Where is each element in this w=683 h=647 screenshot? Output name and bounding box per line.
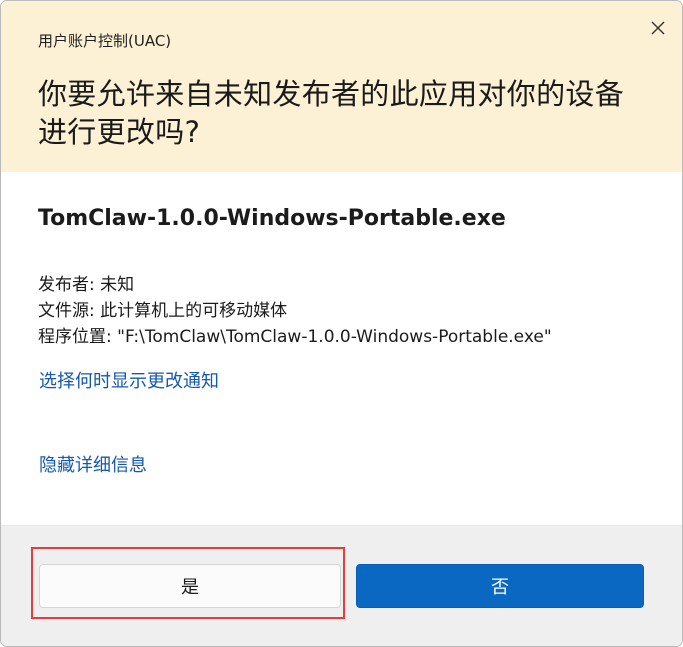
close-icon bbox=[651, 21, 665, 35]
yes-button[interactable]: 是 bbox=[39, 564, 341, 608]
no-button[interactable]: 否 bbox=[356, 564, 644, 608]
change-notification-link[interactable]: 选择何时显示更改通知 bbox=[39, 367, 219, 393]
dialog-header: 用户账户控制(UAC) 你要允许来自未知发布者的此应用对你的设备进行更改吗? bbox=[1, 1, 682, 172]
window-title: 用户账户控制(UAC) bbox=[38, 32, 172, 50]
app-name: TomClaw-1.0.0-Windows-Portable.exe bbox=[38, 206, 506, 231]
details-section: 发布者: 未知 文件源: 此计算机上的可移动媒体 程序位置: "F:\TomCl… bbox=[38, 272, 552, 350]
program-location-info: 程序位置: "F:\TomClaw\TomClaw-1.0.0-Windows-… bbox=[38, 327, 552, 347]
publisher-info: 发布者: 未知 bbox=[38, 275, 135, 295]
uac-dialog: 用户账户控制(UAC) 你要允许来自未知发布者的此应用对你的设备进行更改吗? T… bbox=[0, 0, 683, 647]
hide-details-link[interactable]: 隐藏详细信息 bbox=[39, 451, 147, 477]
file-origin-info: 文件源: 此计算机上的可移动媒体 bbox=[38, 301, 288, 321]
close-button[interactable] bbox=[641, 11, 675, 45]
prompt-question: 你要允许来自未知发布者的此应用对你的设备进行更改吗? bbox=[38, 77, 625, 149]
